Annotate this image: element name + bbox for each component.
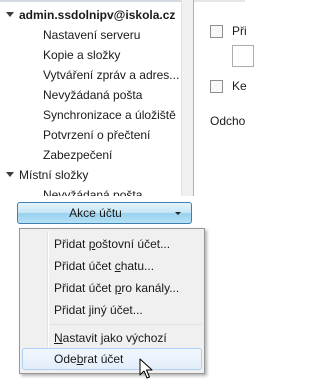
tree-item-composition[interactable]: Vytváření zpráv a adres...	[0, 65, 181, 85]
tree-item-sync-storage[interactable]: Synchronizace a úložiště	[0, 105, 181, 125]
checkbox-1[interactable]	[210, 25, 223, 38]
menu-add-other-account[interactable]: Přidat jiný účet...	[22, 299, 202, 320]
label-part: hatu...	[120, 259, 155, 273]
label-part: Přidat	[54, 303, 89, 317]
tree-item-copies-folders[interactable]: Kopie a složky	[0, 45, 181, 65]
tree-item-label: Vytváření zpráv a adres...	[43, 68, 180, 82]
label-part: oštovní účet...	[95, 237, 171, 251]
menu-item-label: Přidat jiný účet...	[54, 303, 143, 317]
local-folders-label: Místní složky	[19, 168, 89, 182]
tree-item-local-junk[interactable]: Nevyžádaná pošta	[0, 185, 181, 196]
tree-scrollbar[interactable]	[181, 0, 193, 196]
menu-item-label: Přidat účet chatu...	[54, 259, 154, 273]
menu-add-chat-account[interactable]: Přidat účet chatu...	[22, 255, 202, 276]
label-part: Přidat	[54, 237, 89, 251]
tree-item-label: Potvrzení o přečtení	[43, 128, 151, 142]
tree-item-label: Nevyžádaná pošta	[43, 188, 143, 196]
tree-item-label: Synchronizace a úložiště	[43, 108, 176, 122]
tree-local-folders-row[interactable]: Místní složky	[0, 165, 181, 185]
pane-top-edge	[194, 0, 245, 2]
account-actions-label: Akce účtu	[69, 206, 122, 220]
collapse-arrow-icon[interactable]	[6, 12, 14, 17]
menu-item-label: Nastavit jako výchozí	[54, 331, 167, 345]
tree-top-edge	[0, 0, 193, 2]
menu-set-default[interactable]: Nastavit jako výchozí	[22, 327, 202, 348]
menu-item-label: Přidat poštovní účet...	[54, 237, 170, 251]
checkbox-2[interactable]	[210, 80, 223, 93]
menu-add-feed-account[interactable]: Přidat účet pro kanály...	[22, 277, 202, 298]
tree-item-security[interactable]: Zabezpečení	[0, 145, 181, 165]
menu-item-label: Přidat účet pro kanály...	[54, 281, 179, 295]
tree-item-label: Nastavení serveru	[43, 28, 141, 42]
mouse-pointer-icon	[139, 358, 153, 379]
tree-account-row[interactable]: admin.ssdolnipv@iskola.cz	[0, 5, 181, 25]
settings-label-1: Při	[232, 24, 247, 38]
settings-textbox[interactable]	[232, 45, 254, 67]
tree-item-label: Zabezpečení	[43, 148, 113, 162]
account-tree: admin.ssdolnipv@iskola.cz Nastavení serv…	[0, 0, 194, 196]
access-key: N	[54, 331, 63, 345]
account-actions-menu: Přidat poštovní účet... Přidat účet chat…	[19, 228, 205, 374]
settings-label-3: Odcho	[210, 114, 246, 128]
menu-add-mail-account[interactable]: Přidat poštovní účet...	[22, 233, 202, 254]
account-name: admin.ssdolnipv@iskola.cz	[19, 8, 176, 22]
account-actions-button[interactable]: Akce účtu	[17, 202, 192, 224]
menu-item-label: Odebrat účet	[54, 352, 123, 366]
tree-item-server-settings[interactable]: Nastavení serveru	[0, 25, 181, 45]
collapse-arrow-icon[interactable]	[6, 172, 14, 177]
label-part: Přidat účet	[54, 281, 115, 295]
settings-label-2: Ke	[232, 79, 247, 93]
menu-separator	[50, 324, 202, 325]
tree-item-label: Nevyžádaná pošta	[43, 88, 143, 102]
label-part: Přidat účet	[54, 259, 115, 273]
tree-item-receipts[interactable]: Potvrzení o přečtení	[0, 125, 181, 145]
tree-item-junk[interactable]: Nevyžádaná pošta	[0, 85, 181, 105]
label-part: astavit jako výchozí	[62, 331, 167, 345]
label-part: rat účet	[83, 352, 124, 366]
label-part: iný účet...	[91, 303, 143, 317]
dropdown-caret-icon	[175, 212, 181, 215]
label-part: Ode	[54, 352, 77, 366]
tree-item-label: Kopie a složky	[43, 48, 121, 62]
menu-remove-account[interactable]: Odebrat účet	[22, 348, 202, 370]
label-part: ro kanály...	[121, 281, 180, 295]
